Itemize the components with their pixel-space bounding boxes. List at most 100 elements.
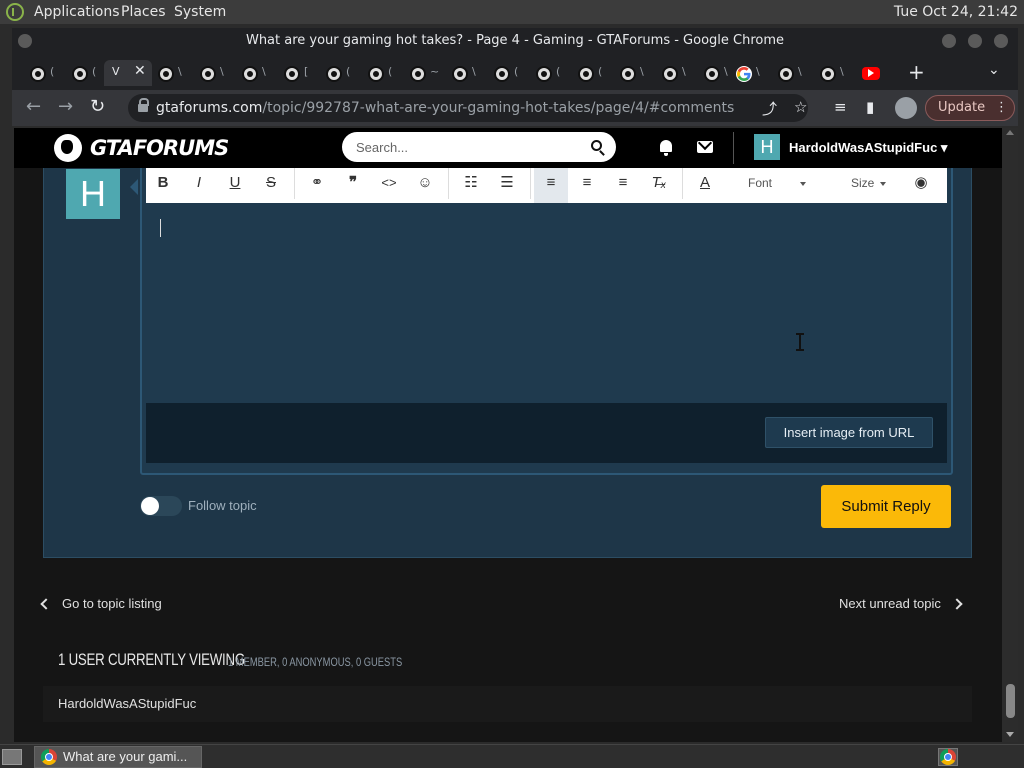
browser-tab-active[interactable]: V ✕	[104, 60, 152, 86]
browser-tab[interactable]: (	[24, 60, 62, 86]
browser-tab[interactable]: \	[152, 60, 190, 86]
align-left-icon[interactable]: ≡	[534, 168, 568, 203]
preview-eye-icon[interactable]: ◉	[904, 168, 938, 203]
minimize-icon[interactable]	[942, 34, 956, 48]
scroll-thumb[interactable]	[1006, 684, 1015, 718]
underline-icon[interactable]: U	[218, 168, 252, 203]
close-window-icon[interactable]	[994, 34, 1008, 48]
back-icon[interactable]: ←	[26, 96, 41, 117]
clear-format-icon[interactable]: T̶ₓ	[642, 168, 676, 203]
url-text[interactable]: gtaforums.com/topic/992787-what-are-your…	[156, 100, 734, 116]
browser-tab[interactable]: (	[66, 60, 104, 86]
browser-tab[interactable]: \	[194, 60, 232, 86]
align-center-icon[interactable]: ≡	[570, 168, 604, 203]
taskbar-window-button[interactable]: What are your gami...	[34, 746, 202, 768]
browser-tab[interactable]: \	[446, 60, 484, 86]
user-menu[interactable]: HardoldWasAStupidFuc ▾	[789, 140, 947, 156]
browser-tab[interactable]: \	[814, 60, 852, 86]
next-link-label: Next unread topic	[839, 596, 941, 611]
gtaforums-favicon-icon	[778, 66, 794, 82]
bookmark-star-icon[interactable]: ☆	[794, 98, 807, 116]
editor-attachments-area: Insert image from URL	[146, 403, 947, 463]
code-icon[interactable]: <>	[372, 168, 406, 203]
gtaforums-favicon-icon	[410, 66, 426, 82]
browser-tab[interactable]: (	[530, 60, 568, 86]
notifications-bell-icon[interactable]	[660, 140, 672, 156]
browser-tab[interactable]: \	[236, 60, 274, 86]
window-menu-icon[interactable]	[18, 34, 32, 48]
reply-avatar[interactable]: H	[66, 169, 120, 219]
search-icon[interactable]	[591, 140, 602, 151]
close-tab-icon[interactable]: ✕	[134, 63, 146, 79]
italic-icon[interactable]: I	[182, 168, 216, 203]
browser-tab[interactable]: (	[320, 60, 358, 86]
quote-icon[interactable]: ❞	[336, 168, 370, 203]
gtaforums-favicon-icon	[200, 66, 216, 82]
share-icon[interactable]: ⤴	[762, 98, 777, 119]
insert-image-url-button[interactable]: Insert image from URL	[765, 417, 933, 448]
maximize-icon[interactable]	[968, 34, 982, 48]
align-right-icon[interactable]: ≡	[606, 168, 640, 203]
new-tab-icon[interactable]: +	[908, 60, 925, 84]
menu-applications[interactable]: Applications	[34, 4, 120, 20]
scroll-down-icon[interactable]	[1006, 732, 1014, 737]
bold-icon[interactable]: B	[146, 168, 180, 203]
show-desktop-icon[interactable]	[2, 749, 22, 765]
page-scrollbar[interactable]	[1002, 128, 1018, 742]
tab-title: ~	[430, 65, 440, 78]
os-logo-icon[interactable]	[6, 3, 24, 21]
editor-textarea[interactable]	[146, 203, 947, 403]
chevron-right-icon	[951, 598, 963, 610]
profile-avatar-icon[interactable]	[895, 97, 917, 119]
user-avatar[interactable]: H	[754, 134, 780, 160]
follow-topic-label[interactable]: Follow topic	[188, 498, 257, 513]
update-button[interactable]: Update ⋮	[925, 95, 1015, 121]
size-dropdown[interactable]: Size	[851, 168, 887, 203]
emoji-icon[interactable]: ☺	[408, 168, 442, 203]
messages-envelope-icon[interactable]	[697, 141, 713, 153]
follow-topic-toggle[interactable]	[140, 496, 182, 516]
logo-text: GTAFORUMS	[90, 136, 229, 160]
more-menu-icon[interactable]: ⋮	[995, 96, 1008, 120]
viewer-username-link[interactable]: HardoldWasAStupidFuc	[58, 696, 196, 711]
gtaforums-favicon-icon	[662, 66, 678, 82]
font-dropdown[interactable]: Font	[748, 168, 807, 203]
text-color-icon[interactable]: A	[688, 168, 722, 203]
numbered-list-icon[interactable]: ☰	[490, 168, 524, 203]
url-bar[interactable]: gtaforums.com/topic/992787-what-are-your…	[128, 94, 808, 122]
forward-icon[interactable]: →	[58, 96, 73, 117]
youtube-favicon-icon	[862, 67, 880, 80]
browser-tab[interactable]: \	[730, 60, 768, 86]
scroll-up-icon[interactable]	[1006, 130, 1014, 135]
lock-icon[interactable]	[138, 98, 149, 112]
os-clock[interactable]: Tue Oct 24, 21:42	[894, 4, 1018, 20]
link-icon[interactable]: ⚭	[300, 168, 334, 203]
browser-tab[interactable]: [	[278, 60, 316, 86]
search-input[interactable]	[356, 137, 576, 157]
reload-icon[interactable]: ↻	[90, 96, 105, 117]
bullet-list-icon[interactable]: ☷	[454, 168, 488, 203]
viewing-subtitle: 1 MEMBER, 0 ANONYMOUS, 0 GUESTS	[228, 655, 403, 669]
browser-tab[interactable]: (	[572, 60, 610, 86]
browser-tab[interactable]: \	[614, 60, 652, 86]
update-label: Update	[938, 100, 986, 115]
media-control-icon[interactable]: ≡	[834, 98, 847, 116]
menu-system[interactable]: System	[174, 4, 226, 20]
gtaforums-favicon-icon	[158, 66, 174, 82]
browser-tab[interactable]	[856, 60, 894, 86]
chevron-down-icon[interactable]: ⌄	[988, 62, 1000, 78]
next-unread-topic-link[interactable]: Next unread topic	[839, 596, 963, 611]
menu-places[interactable]: Places	[121, 4, 166, 20]
tray-chrome-button[interactable]	[938, 748, 958, 766]
text-caret	[160, 219, 161, 237]
browser-tab[interactable]: \	[772, 60, 810, 86]
side-panel-icon[interactable]: ▮	[866, 98, 874, 116]
submit-reply-button[interactable]: Submit Reply	[821, 485, 951, 528]
browser-tab[interactable]: ~	[404, 60, 442, 86]
browser-tab[interactable]: \	[656, 60, 694, 86]
go-to-topic-listing-link[interactable]: Go to topic listing	[40, 596, 162, 611]
gtaforums-favicon-icon	[30, 66, 46, 82]
browser-tab[interactable]: (	[362, 60, 400, 86]
strikethrough-icon[interactable]: S	[254, 168, 288, 203]
browser-tab[interactable]: (	[488, 60, 526, 86]
